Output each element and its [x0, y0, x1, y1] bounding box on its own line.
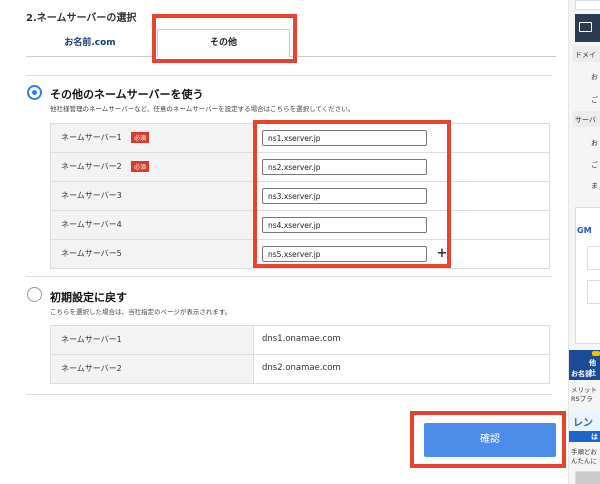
table-row: ネームサーバー3 — [51, 182, 549, 211]
ns2-label: ネームサーバー2 — [61, 162, 122, 171]
sidebar-link[interactable]: お — [591, 138, 598, 148]
option-title-other-ns: その他のネームサーバーを使う — [50, 88, 204, 101]
avatar — [575, 471, 600, 484]
divider — [26, 75, 552, 76]
table-row: ネームサーバー4 — [51, 211, 549, 240]
right-sidebar: ドメイ ドメイ お ご サーバ お ご ま GM 他社 お名前 メリット RSプ… — [568, 0, 600, 484]
ns-input-table: ネームサーバー1必須 ネームサーバー2必須 ネームサーバー3 ネームサーバー4 … — [50, 123, 550, 269]
ns3-input[interactable] — [262, 188, 427, 204]
sidebar-heading-server: サーバ — [575, 116, 596, 124]
table-row: ネームサーバー2 必須 — [51, 153, 549, 182]
ns1-label: ネームサーバー1 — [61, 133, 122, 142]
default-ns2-value: dns2.onamae.com — [262, 363, 341, 373]
default-ns1-value: dns1.onamae.com — [262, 334, 341, 344]
banner-text: は — [591, 433, 598, 441]
banner-caption: RSプラ — [571, 395, 593, 403]
ns1-input[interactable] — [262, 130, 427, 146]
banner-text: お名前 — [571, 370, 592, 378]
ns-tabs: お名前.com その他 — [26, 29, 556, 57]
confirm-button[interactable]: 確認 — [424, 423, 556, 457]
banner-caption: んたんに — [571, 457, 597, 465]
radio-default-ns[interactable] — [27, 287, 42, 302]
sidebar-header — [575, 14, 600, 42]
required-badge: 必須 — [131, 132, 150, 143]
table-row: ネームサーバー1 dns1.onamae.com — [51, 326, 549, 355]
add-nameserver-button[interactable]: + — [435, 247, 449, 261]
sidebar-link[interactable]: ま — [591, 181, 598, 191]
table-row: ネームサーバー1 必須 — [51, 124, 549, 153]
gmo-label: GM — [577, 226, 592, 235]
divider — [26, 394, 552, 395]
ns5-label: ネームサーバー5 — [61, 249, 122, 258]
table-row: ネームサーバー5 + — [51, 240, 549, 268]
ns2-input[interactable] — [262, 159, 427, 175]
banner-badge — [592, 351, 600, 356]
card-icon — [579, 22, 592, 32]
sidebar-heading-domain: ドメイ — [575, 51, 596, 59]
ns3-label: ネームサーバー3 — [61, 191, 122, 200]
radio-other-ns[interactable] — [27, 85, 42, 100]
sidebar-link[interactable]: ご — [591, 95, 598, 105]
ns5-input[interactable] — [262, 246, 427, 262]
sidebar-link[interactable]: お — [591, 72, 598, 82]
required-badge: 必須 — [131, 161, 150, 172]
ns4-label: ネームサーバー4 — [61, 220, 122, 229]
default-ns2-label: ネームサーバー2 — [61, 364, 122, 373]
option-title-default-ns: 初期設定に戻す — [50, 291, 127, 304]
section-title: 2.ネームサーバーの選択 — [26, 13, 137, 24]
table-row: ネームサーバー2 dns2.onamae.com — [51, 355, 549, 383]
main-content: 2.ネームサーバーの選択 お名前.com その他 その他のネームサーバーを使う … — [0, 0, 568, 484]
divider — [26, 276, 552, 277]
default-ns-table: ネームサーバー1 dns1.onamae.com ネームサーバー2 dns2.o… — [50, 325, 550, 384]
option-desc-other-ns: 他社様管理のネームサーバーなど、任意のネームサーバーを設定する場合はこちらを選択… — [50, 105, 355, 113]
option-desc-default-ns: こちらを選択した場合は、当社指定のページが表示されます。 — [50, 308, 232, 316]
sidebar-link[interactable]: ご — [591, 160, 598, 170]
tab-onamae[interactable]: お名前.com — [26, 30, 154, 56]
default-ns1-label: ネームサーバー1 — [61, 335, 122, 344]
promo-banner[interactable]: 他社 お名前 — [569, 350, 600, 380]
tab-other[interactable]: その他 — [157, 29, 290, 57]
ns4-input[interactable] — [262, 217, 427, 233]
rental-banner[interactable]: レン は — [569, 412, 600, 442]
banner-text: レン — [573, 418, 593, 429]
